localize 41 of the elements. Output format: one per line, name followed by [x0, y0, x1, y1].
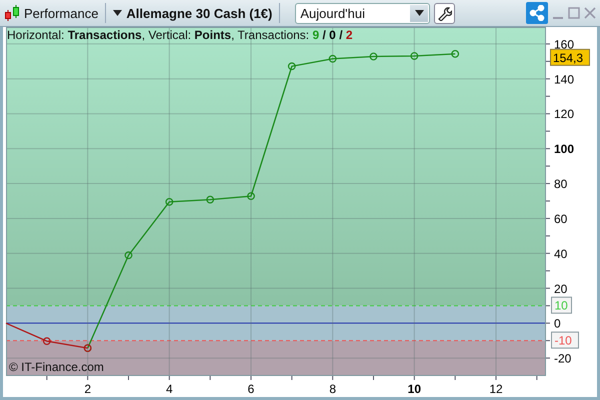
- instrument-name[interactable]: Allemagne 30 Cash (1€): [126, 6, 272, 20]
- point: [328, 54, 337, 63]
- wrench-button[interactable]: [434, 2, 456, 24]
- last-value-label: 154,3: [550, 48, 590, 66]
- y-tick-label: 80: [554, 177, 568, 192]
- view-title: Performance: [24, 6, 98, 20]
- y-tick-label: -20: [554, 352, 572, 366]
- point: [124, 251, 132, 260]
- point: [288, 62, 296, 70]
- y-tick-label: 120: [554, 107, 574, 122]
- point: [165, 198, 174, 206]
- y-tick-label: 100: [554, 142, 574, 156]
- x-tick-label: 6: [248, 382, 254, 396]
- point: [451, 50, 460, 58]
- x-tick-label: 12: [489, 382, 503, 396]
- y-tick-label: 20: [554, 282, 568, 296]
- maximize-icon[interactable]: [568, 7, 580, 19]
- chart-legend: Horizontal: Transactions, Vertical: Points, Transactions: 9 / 0 / 2: [7, 28, 353, 42]
- point: [370, 52, 378, 60]
- point: [42, 337, 51, 346]
- threshold-label: 10: [551, 296, 572, 314]
- candlestick-icon: [4, 4, 20, 22]
- caret-icon[interactable]: [113, 10, 122, 16]
- period-dropdown[interactable]: Aujourd'hui: [295, 2, 430, 24]
- x-tick-label: 4: [166, 382, 173, 396]
- y-tick-label: 140: [554, 72, 574, 86]
- point: [206, 196, 214, 204]
- share-button[interactable]: [526, 2, 548, 24]
- caret-icon[interactable]: [414, 10, 424, 16]
- y-tick-label: 60: [554, 212, 568, 226]
- copyright-text: © IT-Finance.com: [9, 360, 104, 374]
- threshold-label: -10: [551, 332, 579, 349]
- x-tick-label: 2: [84, 382, 91, 396]
- close-icon[interactable]: [584, 7, 596, 19]
- point: [410, 52, 418, 60]
- y-tick-label: 40: [554, 246, 568, 261]
- x-tick-label: 8: [329, 382, 336, 396]
- y-tick-label: 0: [554, 316, 561, 331]
- point: [247, 192, 255, 200]
- y-tick-label: 160: [554, 37, 574, 52]
- x-tick-label: 10: [408, 382, 422, 396]
